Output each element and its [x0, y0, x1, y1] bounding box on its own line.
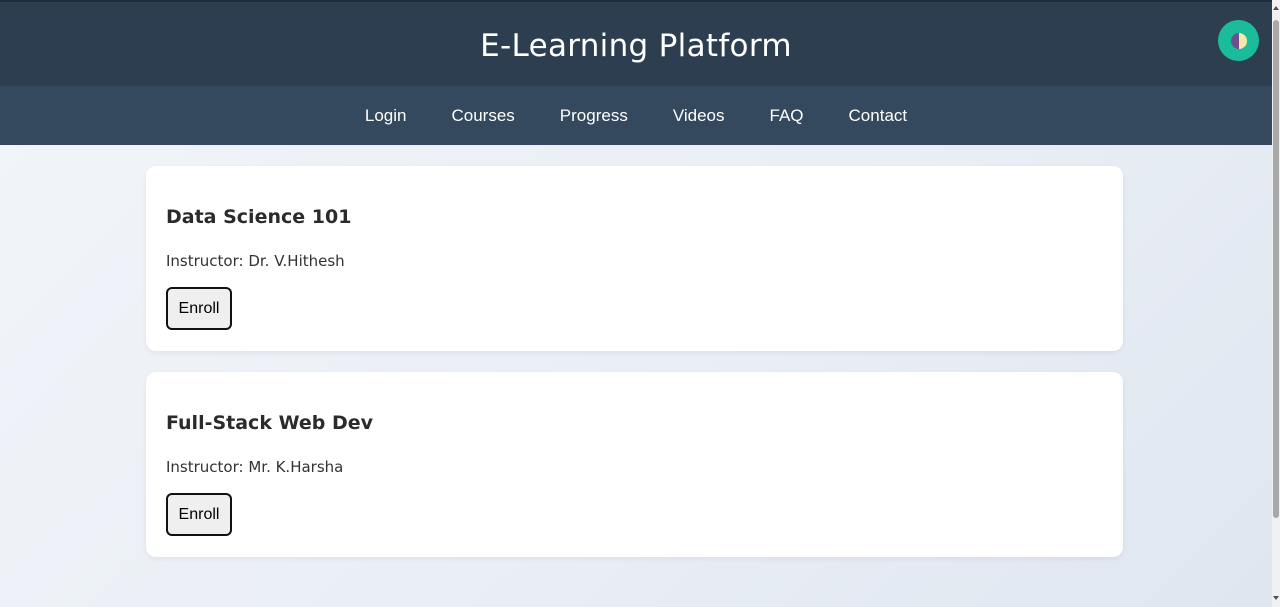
nav-link-courses[interactable]: Courses	[451, 106, 514, 126]
enroll-button[interactable]: Enroll	[166, 287, 232, 330]
course-card: Data Science 101 Instructor: Dr. V.Hithe…	[146, 166, 1123, 351]
nav-link-contact[interactable]: Contact	[849, 106, 908, 126]
course-instructor: Instructor: Mr. K.Harsha	[166, 458, 344, 476]
page: E-Learning Platform Login Courses Progre…	[0, 0, 1272, 607]
theme-toggle-button[interactable]	[1218, 20, 1259, 61]
nav-link-login[interactable]: Login	[365, 106, 407, 126]
course-title: Full-Stack Web Dev	[166, 412, 373, 434]
page-title: E-Learning Platform	[480, 28, 792, 64]
scroll-up-arrow-icon[interactable]	[1273, 6, 1279, 10]
nav-link-faq[interactable]: FAQ	[770, 106, 804, 126]
half-moon-icon	[1231, 33, 1247, 49]
nav-link-videos[interactable]: Videos	[673, 106, 725, 126]
course-title: Data Science 101	[166, 206, 352, 228]
course-list: Data Science 101 Instructor: Dr. V.Hithe…	[146, 166, 1123, 578]
site-header: E-Learning Platform	[0, 0, 1272, 86]
main-nav: Login Courses Progress Videos FAQ Contac…	[0, 86, 1272, 145]
scroll-down-arrow-icon[interactable]	[1273, 596, 1279, 600]
nav-link-progress[interactable]: Progress	[560, 106, 628, 126]
scrollbar-thumb[interactable]	[1273, 20, 1279, 518]
vertical-scrollbar[interactable]	[1272, 0, 1280, 607]
enroll-button[interactable]: Enroll	[166, 493, 232, 536]
course-instructor: Instructor: Dr. V.Hithesh	[166, 252, 345, 270]
course-card: Full-Stack Web Dev Instructor: Mr. K.Har…	[146, 372, 1123, 557]
